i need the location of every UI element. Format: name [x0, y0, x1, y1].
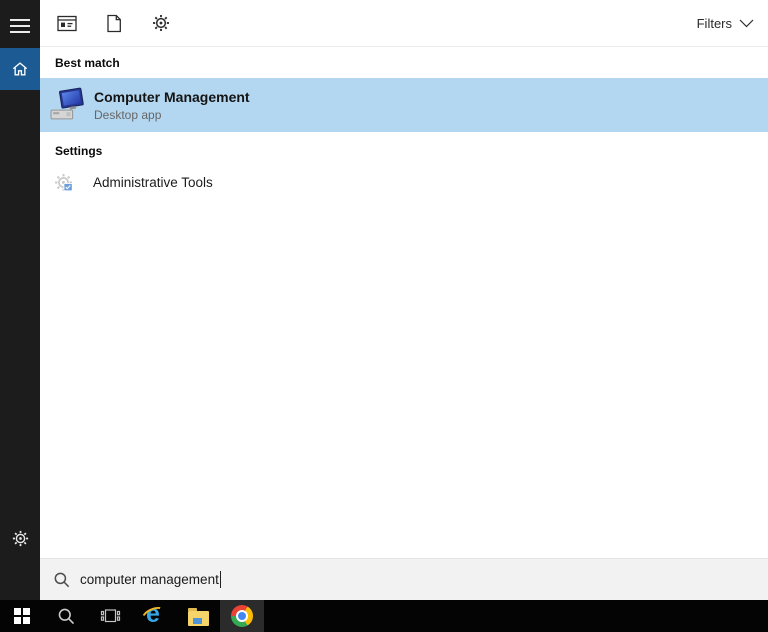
search-icon: [53, 571, 71, 589]
chevron-down-icon: [739, 19, 754, 28]
best-match-result[interactable]: Computer Management Desktop app: [40, 78, 768, 132]
chrome-icon: [231, 605, 253, 627]
windows-search-flyout: Filters Best match Computer Management D…: [0, 0, 768, 632]
tab-apps[interactable]: [56, 11, 78, 35]
text-caret: [219, 571, 222, 588]
home-icon: [10, 59, 30, 79]
document-icon: [106, 14, 122, 33]
settings-header: Settings: [55, 144, 103, 158]
tab-documents[interactable]: [103, 11, 125, 35]
folder-icon: [187, 607, 209, 626]
result-title: Computer Management: [94, 88, 250, 105]
best-match-text: Computer Management Desktop app: [94, 88, 250, 123]
nav-settings-button[interactable]: [0, 524, 40, 552]
taskbar-search-button[interactable]: [44, 600, 88, 632]
chrome-button[interactable]: [220, 600, 264, 632]
settings-result-admin-tools[interactable]: Administrative Tools: [40, 167, 768, 197]
ie-icon: e: [139, 600, 168, 628]
gear-icon: [11, 529, 30, 548]
search-filter-bar: Filters: [40, 0, 768, 47]
left-nav-rail: [0, 0, 40, 600]
menu-button[interactable]: [0, 12, 40, 40]
windows-logo-icon: [14, 608, 30, 624]
best-match-header: Best match: [55, 56, 120, 70]
search-query-text: computer management: [80, 572, 219, 587]
internet-explorer-button[interactable]: e: [132, 600, 176, 632]
tab-settings[interactable]: [150, 11, 172, 35]
filters-dropdown[interactable]: Filters: [697, 16, 754, 31]
search-icon: [57, 607, 76, 626]
start-button[interactable]: [0, 600, 44, 632]
task-view-icon: [100, 607, 121, 625]
result-subtitle: Desktop app: [94, 107, 162, 122]
filter-tabs: [56, 11, 172, 35]
nav-home-button[interactable]: [0, 48, 40, 90]
gear-icon: [151, 13, 171, 33]
settings-item-label: Administrative Tools: [93, 174, 213, 190]
search-results-panel: Filters Best match Computer Management D…: [40, 0, 768, 600]
file-explorer-button[interactable]: [176, 600, 220, 632]
task-view-button[interactable]: [88, 600, 132, 632]
apps-window-icon: [57, 15, 77, 32]
computer-management-icon: [50, 87, 87, 124]
taskbar: e: [0, 600, 768, 632]
search-input[interactable]: computer management: [40, 558, 768, 600]
filters-label: Filters: [696, 15, 732, 31]
admin-tools-gear-icon: [53, 172, 74, 193]
